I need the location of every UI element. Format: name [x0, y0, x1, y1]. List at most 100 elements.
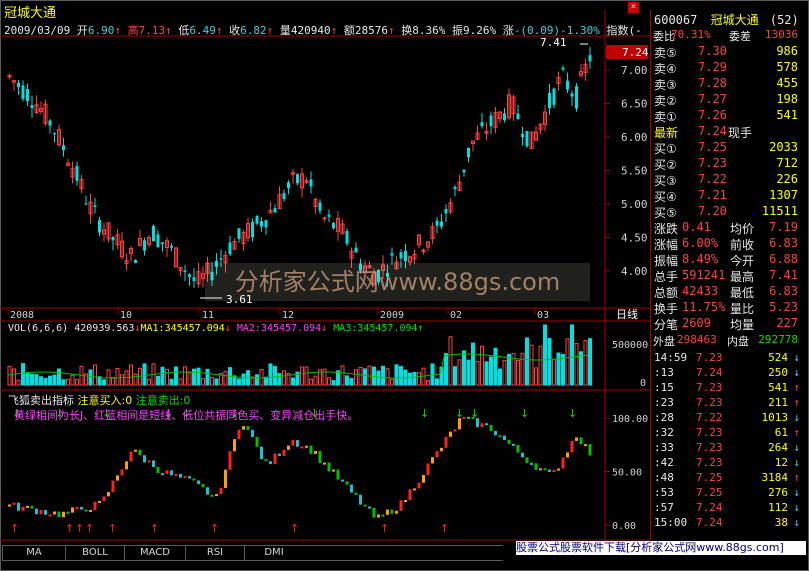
volume-bar [471, 342, 475, 386]
indicator-tick-label: 100.00 [612, 414, 648, 425]
volume-bar [66, 378, 70, 386]
stat-value: 11.75% [682, 300, 726, 314]
tick-price: 7.23 [696, 441, 723, 454]
volume-bar [525, 337, 529, 386]
volume-bar [142, 363, 147, 386]
indicator-bar [305, 445, 308, 448]
indicator-bar [354, 492, 358, 495]
candle-body [152, 225, 155, 242]
tab-macd[interactable]: MACD [124, 545, 186, 561]
indicator-bar [552, 469, 556, 472]
volume-bar [520, 352, 525, 386]
tick-row: :42 7.23 12 ↓ [652, 456, 802, 471]
ask-price: 7.29 [698, 60, 727, 74]
candle-body [156, 234, 160, 248]
volume-bar [156, 375, 160, 386]
indicator-bar [89, 509, 92, 512]
volume-bar [538, 345, 543, 386]
quote-code: 600067 [654, 13, 698, 27]
ad-banner[interactable]: 股票公式股票软件下载[分析家公式网www.88gs.com] [516, 541, 806, 555]
indicator-bar [368, 506, 371, 509]
ask-row: 卖① 7.26 541 [652, 108, 800, 124]
indicator-bar [332, 469, 335, 472]
indicator-bar [102, 496, 106, 501]
volume-bar [61, 379, 66, 386]
tick-time: :53 [654, 486, 674, 499]
volume-bar [327, 377, 331, 386]
tick-direction: ↓ [793, 411, 800, 424]
indicator-bar [260, 446, 263, 460]
tick-price: 7.22 [696, 411, 723, 424]
indicator-buy: 注意买入:0 [77, 394, 133, 407]
candle-body [264, 220, 268, 228]
stat-row: 振幅 8.49% 今开 6.88 [652, 252, 800, 268]
volume-bar [547, 337, 552, 386]
volume-bar [147, 378, 151, 386]
tick-row: :33 7.23 264 ↓ [652, 441, 802, 456]
volume-bar [304, 366, 309, 386]
indicator-bar [300, 446, 304, 449]
buy-arrow-icon: ↑ [440, 522, 449, 535]
volume-bar [408, 372, 412, 386]
tick-direction: ↓ [793, 366, 800, 379]
stat-row: 总手 591241 最高 7.41 [652, 268, 800, 284]
tick-time: :13 [654, 366, 674, 379]
indicator-bar [449, 431, 452, 437]
indicator-bar [197, 480, 200, 485]
volume-bar [129, 364, 133, 386]
volume-bar [340, 365, 345, 386]
indicator-bar [125, 461, 128, 470]
indicator-bar [404, 500, 407, 503]
weibi-row: 委比 70.31% 委差 13036 [651, 28, 800, 43]
tab-dmi[interactable]: DMI [244, 545, 304, 561]
candle-body [588, 55, 592, 62]
tab-rsi[interactable]: RSI [185, 545, 245, 561]
volume-bar [255, 374, 259, 386]
inner-label: 内盘 [727, 335, 749, 348]
bid-price: 7.22 [698, 172, 727, 186]
tick-row: 15:00 7.24 38 ↓ [652, 516, 802, 531]
indicator-bar [134, 449, 137, 452]
buy-arrow-icon: ↑ [150, 522, 159, 535]
candle-body [444, 209, 448, 214]
volume-bar [160, 366, 165, 386]
tab-boll[interactable]: BOLL [65, 545, 125, 561]
buy-arrow-icon: ↑ [75, 522, 84, 535]
volume-bar [534, 367, 538, 386]
indicator-bar [431, 457, 434, 464]
indicator-bar [395, 510, 398, 514]
indicator-bar [246, 426, 250, 430]
tick-direction: ↓ [793, 456, 800, 469]
volume-bar [354, 369, 358, 386]
bid-row: 买⑤ 7.20 11511 [652, 204, 800, 220]
weibi-value: 70.31% [671, 28, 711, 41]
tick-price: 7.24 [696, 516, 723, 529]
volume-tick-label: 500000 [612, 340, 648, 351]
indicator-header: 飞狐卖出指标 注意买入:0 注意卖出:0 [8, 392, 190, 408]
tick-direction: ↓ [793, 516, 800, 529]
volume-panel-header: VOL(6,6,6) 420939.563↓MA1:345457.094↓ MA… [8, 323, 424, 334]
volume-bar [133, 373, 138, 386]
tick-time: :57 [654, 501, 674, 514]
tab-ma[interactable]: MA [2, 545, 66, 561]
volume-bar [120, 374, 124, 386]
bid-label: 买② [654, 158, 677, 172]
candle-body [332, 222, 335, 229]
volume-bar [7, 365, 12, 386]
tick-volume: 3184 [761, 471, 789, 484]
indicator-bar [534, 463, 538, 470]
ask-price: 7.28 [698, 76, 727, 90]
stat-label-2: 今开 [730, 254, 755, 268]
price-tick-label: 4.00 [621, 265, 648, 278]
candle-body [467, 147, 470, 158]
tick-direction: ↑ [793, 471, 800, 484]
stat-value: 42433 [682, 284, 719, 298]
volume-bar [25, 372, 30, 386]
stat-label: 分笔 [654, 318, 679, 332]
candle-body [21, 85, 25, 99]
volume-bar [412, 371, 417, 386]
ask-label: 卖① [654, 110, 677, 124]
indicator-bar [143, 455, 146, 463]
ask-price: 7.27 [698, 92, 727, 106]
indicator-bar [561, 457, 565, 469]
